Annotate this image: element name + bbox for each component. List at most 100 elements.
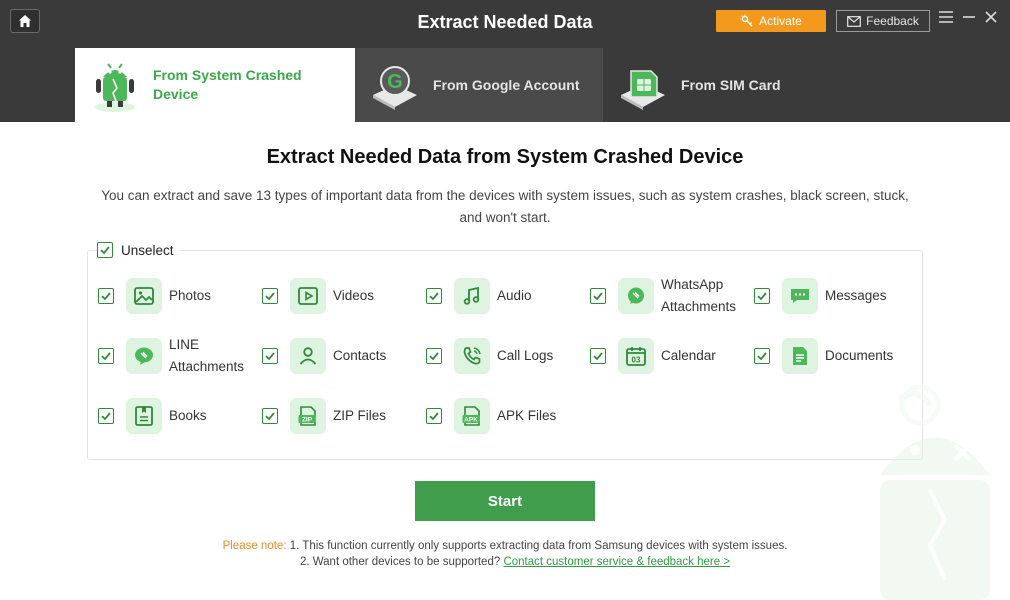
tab-system-crashed-device[interactable]: From System Crashed Device: [75, 48, 355, 122]
contact-support-link[interactable]: Contact customer service & feedback here…: [503, 556, 730, 568]
calendar-checkbox[interactable]: [590, 348, 606, 364]
minimize-icon: [963, 16, 975, 18]
data-type-videos[interactable]: Videos: [262, 276, 374, 316]
contacts-icon: [290, 338, 326, 374]
check-icon: [100, 246, 110, 255]
svg-text:03: 03: [632, 356, 641, 365]
calendar-icon: 03: [618, 338, 654, 374]
tab-label: From SIM Card: [681, 76, 781, 93]
line-label: LINE Attachments: [169, 337, 245, 374]
menu-button[interactable]: [938, 8, 954, 28]
zip-icon: ZIP: [290, 398, 326, 434]
data-type-zip-files[interactable]: ZIP ZIP Files: [262, 396, 386, 436]
audio-label: Audio: [497, 288, 532, 303]
menu-icon: [939, 11, 953, 23]
data-type-whatsapp-attachments[interactable]: WhatsApp Attachments: [590, 276, 751, 316]
check-icon: [593, 292, 603, 301]
unselect-all-toggle[interactable]: Unselect: [97, 242, 180, 258]
check-icon: [265, 412, 275, 421]
footer-note: Please note: 1. This function currently …: [0, 538, 1010, 570]
mail-icon: [847, 15, 862, 27]
check-icon: [429, 412, 439, 421]
data-type-call-logs[interactable]: Call Logs: [426, 336, 553, 376]
google-account-icon: G: [373, 66, 417, 110]
videos-icon: [290, 278, 326, 314]
photos-checkbox[interactable]: [98, 288, 114, 304]
line-checkbox[interactable]: [98, 348, 114, 364]
activate-label: Activate: [759, 14, 802, 28]
page-title: Extract Needed Data from System Crashed …: [266, 146, 744, 168]
documents-checkbox[interactable]: [754, 348, 770, 364]
messages-icon: [782, 278, 818, 314]
zip-label: ZIP Files: [333, 408, 387, 423]
data-type-apk-files[interactable]: APK APK Files: [426, 396, 556, 436]
feedback-label: Feedback: [866, 14, 919, 28]
whatsapp-checkbox[interactable]: [590, 288, 606, 304]
tab-label: From System Crashed Device: [153, 67, 302, 102]
messages-checkbox[interactable]: [754, 288, 770, 304]
data-type-audio[interactable]: Audio: [426, 276, 532, 316]
apk-icon: APK: [454, 398, 490, 434]
close-icon: [985, 11, 997, 23]
svg-text:APK: APK: [464, 417, 478, 424]
data-type-photos[interactable]: Photos: [98, 276, 211, 316]
call-logs-label: Call Logs: [497, 348, 554, 363]
data-type-messages[interactable]: Messages: [754, 276, 887, 316]
check-icon: [757, 292, 767, 301]
data-type-books[interactable]: Books: [98, 396, 207, 436]
tab-label: From Google Account: [433, 76, 580, 93]
audio-checkbox[interactable]: [426, 288, 442, 304]
books-icon: [126, 398, 162, 434]
audio-icon: [454, 278, 490, 314]
data-type-line-attachments[interactable]: LINE Attachments: [98, 336, 259, 376]
check-icon: [757, 352, 767, 361]
check-icon: [429, 352, 439, 361]
videos-label: Videos: [333, 288, 375, 303]
calendar-label: Calendar: [661, 348, 716, 363]
check-icon: [593, 352, 603, 361]
unselect-checkbox[interactable]: [97, 242, 113, 258]
line-icon: [126, 338, 162, 374]
svg-text:G: G: [387, 71, 403, 93]
check-icon: [265, 352, 275, 361]
tab-sim-card[interactable]: From SIM Card: [603, 48, 1010, 122]
activate-button[interactable]: Activate: [716, 10, 826, 32]
documents-icon: [782, 338, 818, 374]
note-line-1: 1. This function currently only supports…: [289, 540, 788, 552]
svg-text:ZIP: ZIP: [302, 417, 313, 424]
whatsapp-label: WhatsApp Attachments: [661, 277, 737, 314]
apk-checkbox[interactable]: [426, 408, 442, 424]
check-icon: [265, 292, 275, 301]
page-description: You can extract and save 13 types of imp…: [101, 188, 909, 225]
call-logs-icon: [454, 338, 490, 374]
call-logs-checkbox[interactable]: [426, 348, 442, 364]
sim-card-icon: [621, 70, 665, 110]
documents-label: Documents: [825, 348, 894, 363]
activate-key-icon: [740, 14, 753, 27]
whatsapp-icon: [618, 278, 654, 314]
check-icon: [429, 292, 439, 301]
contacts-checkbox[interactable]: [262, 348, 278, 364]
crashed-android-icon: [95, 63, 135, 112]
check-icon: [101, 292, 111, 301]
feedback-button[interactable]: Feedback: [836, 10, 930, 32]
close-button[interactable]: [984, 8, 998, 28]
check-icon: [101, 352, 111, 361]
tab-google-account[interactable]: G From Google Account: [355, 48, 603, 122]
minimize-button[interactable]: [962, 8, 976, 28]
videos-checkbox[interactable]: [262, 288, 278, 304]
data-type-calendar[interactable]: 03 Calendar: [590, 336, 716, 376]
unselect-label: Unselect: [121, 242, 174, 258]
apk-label: APK Files: [497, 408, 557, 423]
check-icon: [101, 412, 111, 421]
data-type-documents[interactable]: Documents: [754, 336, 893, 376]
note-label: Please note:: [222, 540, 287, 552]
photos-label: Photos: [169, 288, 212, 303]
books-checkbox[interactable]: [98, 408, 114, 424]
contacts-label: Contacts: [333, 348, 387, 363]
books-label: Books: [169, 408, 207, 423]
start-button[interactable]: Start: [415, 481, 595, 521]
zip-checkbox[interactable]: [262, 408, 278, 424]
photos-icon: [126, 278, 162, 314]
data-type-contacts[interactable]: Contacts: [262, 336, 386, 376]
